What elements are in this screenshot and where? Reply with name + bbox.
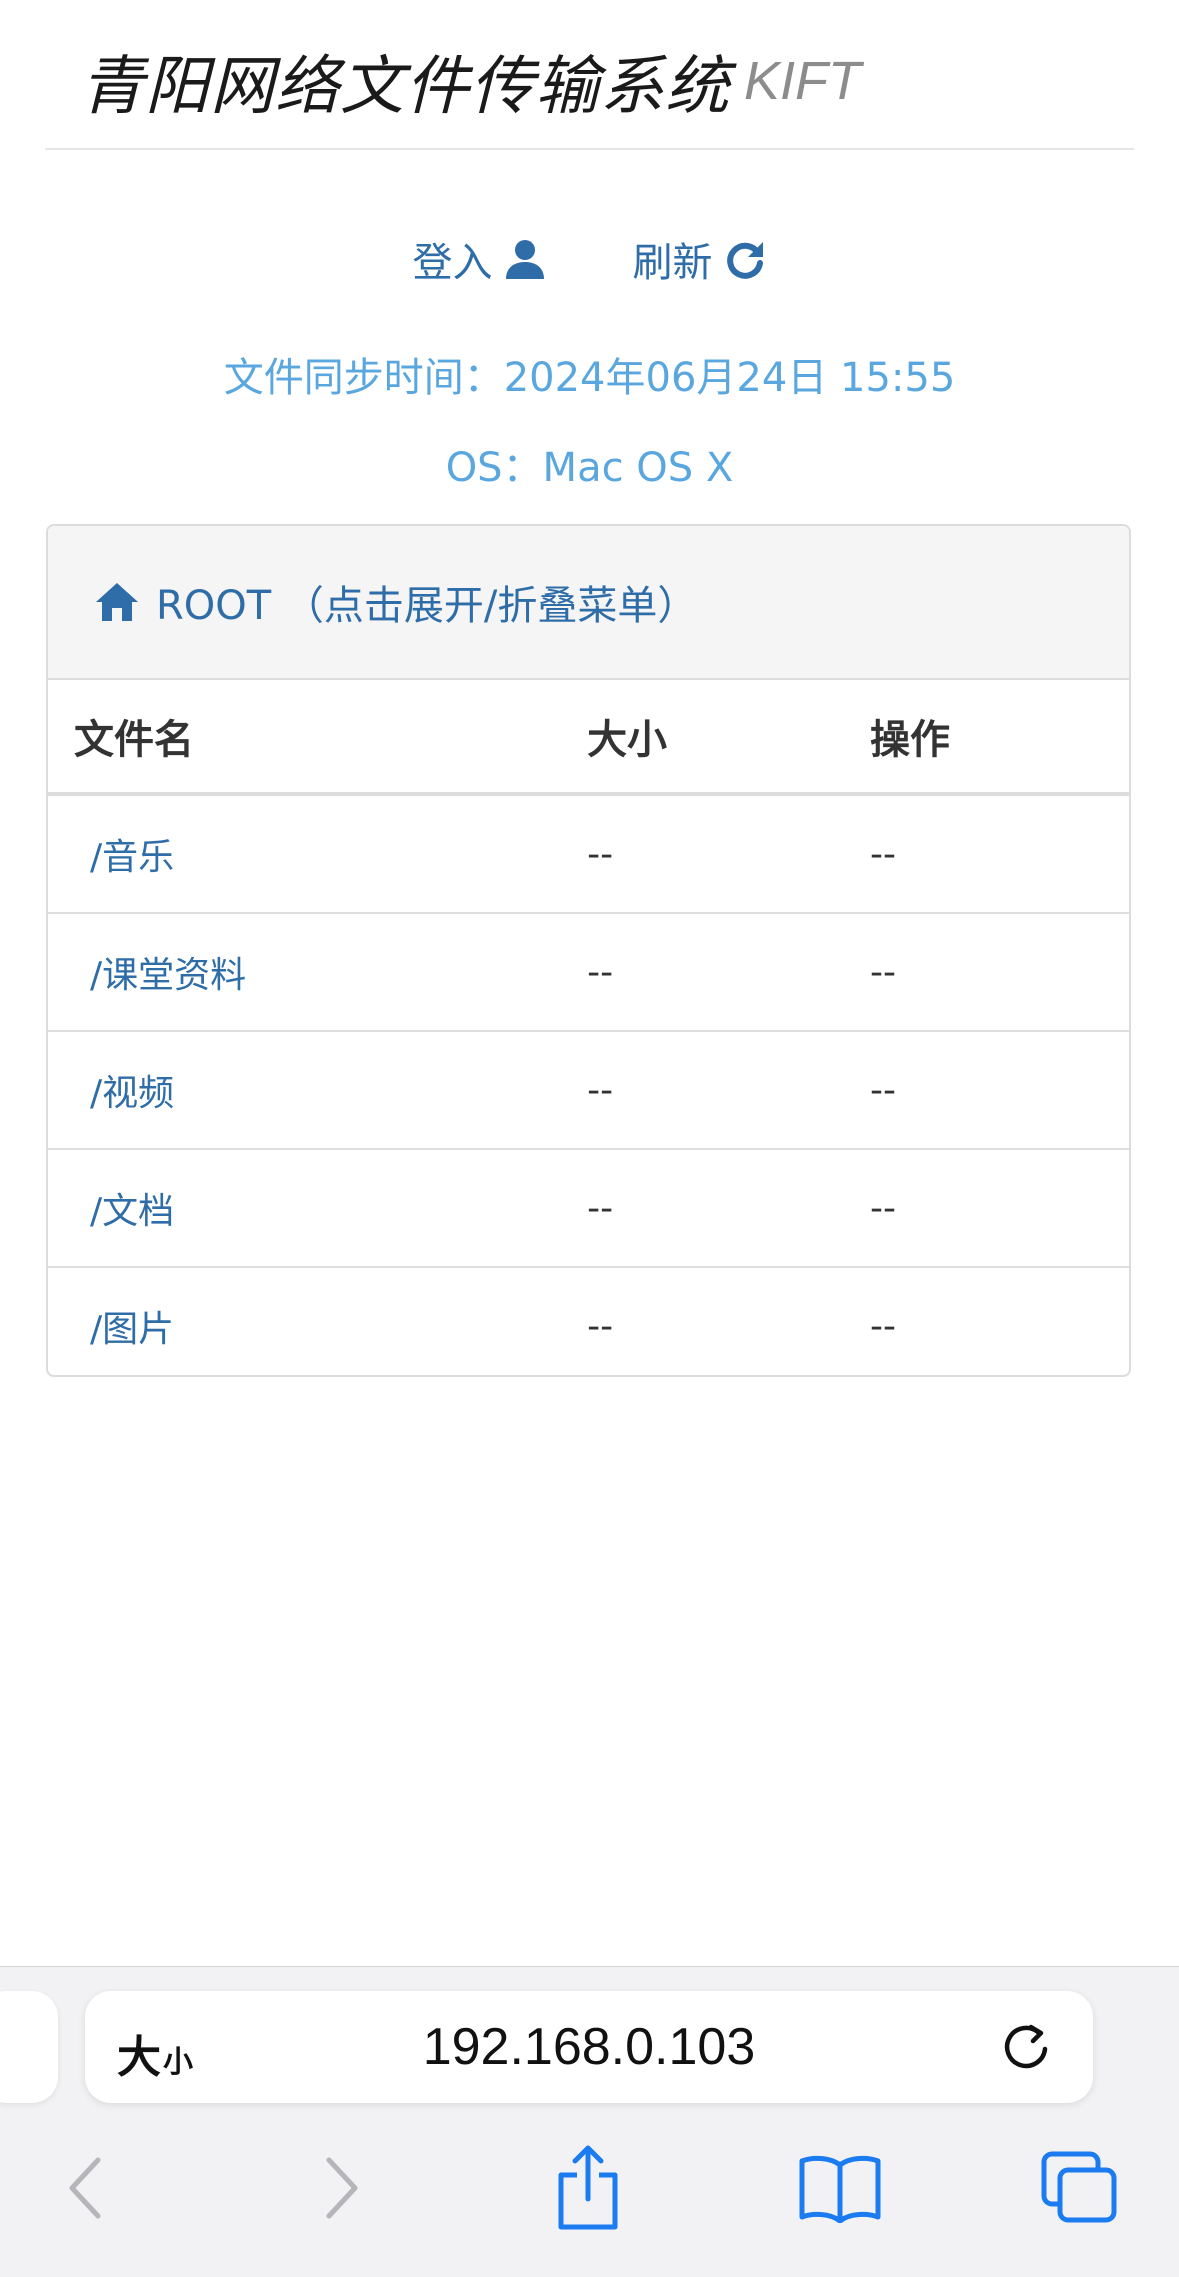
- folder-link-pictures[interactable]: /图片: [90, 1309, 174, 1350]
- row-action: --: [870, 1305, 896, 1347]
- table-row: /音乐 -- --: [48, 796, 1129, 914]
- user-icon: [503, 237, 547, 281]
- refresh-icon: [723, 237, 767, 281]
- sync-time: 文件同步时间：2024年06月24日 15:55: [223, 355, 956, 401]
- header-divider: [45, 148, 1134, 150]
- root-heading-label: ROOT （点击展开/折叠菜单）: [156, 583, 698, 629]
- column-header-action: 操作: [869, 717, 950, 763]
- share-icon[interactable]: [548, 2143, 628, 2233]
- bookmarks-icon[interactable]: [795, 2143, 885, 2233]
- row-size: --: [587, 951, 614, 993]
- folder-link-class-materials[interactable]: /课堂资料: [90, 955, 246, 996]
- page: 青阳网络文件传输系统 KIFT 登入 刷新 文件同步时间：2024年06月24日…: [0, 0, 1179, 2277]
- row-action: --: [870, 1187, 896, 1229]
- row-size: --: [587, 1305, 614, 1347]
- row-action: --: [870, 833, 896, 875]
- back-icon[interactable]: [46, 2143, 126, 2233]
- previous-tab-preview[interactable]: [0, 1991, 58, 2103]
- table-header: 文件名 大小 操作: [48, 680, 1129, 796]
- root-toggle[interactable]: ROOT （点击展开/折叠菜单）: [48, 526, 1129, 680]
- row-size: --: [587, 1187, 614, 1229]
- os-info: OS：Mac OS X: [445, 445, 734, 491]
- table-row: /文档 -- --: [48, 1150, 1129, 1268]
- row-size: --: [587, 833, 614, 875]
- browser-toolbar: [0, 2143, 1179, 2233]
- row-size: --: [587, 1069, 614, 1111]
- site-title-name: 青阳网络文件传输系统: [80, 50, 730, 124]
- table-row: /图片 -- --: [48, 1268, 1129, 1375]
- home-icon: [94, 581, 140, 623]
- row-action: --: [870, 1069, 896, 1111]
- refresh-label: 刷新: [632, 240, 713, 286]
- login-link[interactable]: 登入: [413, 230, 547, 288]
- browser-bottom-bar: 大 小 192.168.0.103: [0, 1966, 1179, 2277]
- file-panel: ROOT （点击展开/折叠菜单） 文件名 大小 操作 /音乐 -- -- /课堂…: [46, 524, 1131, 1377]
- folder-link-music[interactable]: /音乐: [90, 837, 174, 878]
- forward-icon[interactable]: [301, 2143, 381, 2233]
- column-header-size: 大小: [587, 717, 668, 763]
- table-row: /视频 -- --: [48, 1032, 1129, 1150]
- url-text: 192.168.0.103: [422, 2018, 756, 2076]
- site-title: 青阳网络文件传输系统 KIFT: [80, 36, 861, 126]
- site-title-subtitle: KIFT: [744, 51, 861, 111]
- tabs-icon[interactable]: [1040, 2143, 1120, 2233]
- table-row: /课堂资料 -- --: [48, 914, 1129, 1032]
- column-header-name: 文件名: [74, 717, 194, 763]
- refresh-link[interactable]: 刷新: [633, 230, 767, 288]
- reload-icon[interactable]: [999, 2019, 1055, 2075]
- login-label: 登入: [412, 240, 493, 286]
- folder-link-documents[interactable]: /文档: [90, 1191, 174, 1232]
- action-bar: 登入 刷新: [0, 230, 1179, 288]
- row-action: --: [870, 951, 896, 993]
- folder-link-videos[interactable]: /视频: [90, 1073, 174, 1114]
- address-bar[interactable]: 大 小 192.168.0.103: [85, 1991, 1093, 2103]
